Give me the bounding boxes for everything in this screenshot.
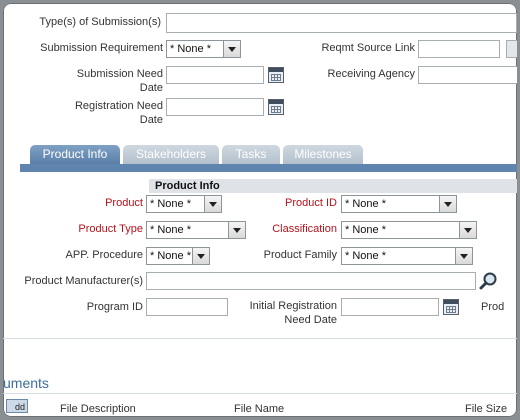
product-select[interactable]: * None * bbox=[146, 195, 222, 213]
submission-need-date-label: Submission Need Date bbox=[76, 68, 163, 94]
program-id-label: Program ID bbox=[86, 301, 143, 313]
product-manufacturer-field[interactable] bbox=[146, 272, 476, 290]
product-value: * None * bbox=[150, 198, 191, 210]
submission-need-date-field[interactable] bbox=[166, 66, 264, 84]
receiving-agency-field[interactable] bbox=[418, 66, 517, 84]
chevron-down-icon bbox=[204, 196, 221, 212]
product-id-select[interactable]: * None * bbox=[341, 195, 457, 213]
product-family-value: * None * bbox=[345, 250, 386, 262]
submission-requirement-select[interactable]: * None * bbox=[166, 40, 241, 58]
tab-tasks[interactable]: Tasks bbox=[222, 145, 280, 164]
reqmt-source-link-field[interactable] bbox=[418, 40, 500, 58]
product-family-label: Product Family bbox=[263, 249, 337, 261]
product-type-value: * None * bbox=[150, 224, 191, 236]
column-header-file-description[interactable]: File Description bbox=[60, 403, 136, 415]
classification-select[interactable]: * None * bbox=[341, 221, 477, 239]
column-header-file-size[interactable]: File Size bbox=[465, 403, 507, 415]
application-window: Type(s) of Submission(s) Submission Requ… bbox=[3, 3, 517, 417]
product-type-label: Product Type bbox=[78, 223, 143, 235]
reqmt-source-link-label: Reqmt Source Link bbox=[321, 42, 415, 54]
classification-label: Classification bbox=[272, 223, 337, 235]
initial-registration-need-date-label: Initial Registration Need Date bbox=[249, 300, 337, 326]
tab-stakeholders[interactable]: Stakeholders bbox=[123, 145, 219, 164]
registration-need-date-label: Registration Need Date bbox=[74, 100, 163, 126]
types-of-submission-label: Type(s) of Submission(s) bbox=[39, 16, 161, 28]
chevron-down-icon bbox=[223, 41, 240, 57]
chevron-down-icon bbox=[439, 196, 456, 212]
app-procedure-label: APP. Procedure bbox=[65, 249, 143, 261]
section-divider bbox=[3, 338, 517, 339]
tab-strip-underline bbox=[20, 164, 517, 172]
types-of-submission-field[interactable] bbox=[166, 13, 517, 33]
search-icon[interactable] bbox=[479, 271, 499, 291]
add-attachment-button[interactable]: dd bbox=[6, 399, 28, 413]
product-family-select[interactable]: * None * bbox=[341, 247, 473, 265]
section-divider bbox=[3, 393, 517, 394]
tab-milestones[interactable]: Milestones bbox=[283, 145, 363, 164]
submission-requirement-label: Submission Requirement bbox=[40, 42, 163, 54]
app-procedure-select[interactable]: * None * bbox=[146, 247, 210, 265]
app-procedure-value: * None * bbox=[150, 250, 191, 262]
product-id-value: * None * bbox=[345, 198, 386, 210]
program-id-field[interactable] bbox=[146, 298, 228, 316]
attachments-section-title: uments bbox=[3, 375, 49, 391]
chevron-down-icon bbox=[192, 248, 209, 264]
tab-product-info[interactable]: Product Info bbox=[30, 145, 120, 164]
submission-requirement-value: * None * bbox=[170, 43, 211, 55]
product-label: Product bbox=[105, 197, 143, 209]
calendar-icon[interactable] bbox=[268, 99, 284, 115]
registration-need-date-field[interactable] bbox=[166, 98, 264, 116]
product-type-select[interactable]: * None * bbox=[146, 221, 246, 239]
chevron-down-icon bbox=[455, 248, 472, 264]
initial-registration-need-date-field[interactable] bbox=[341, 298, 439, 316]
receiving-agency-label: Receiving Agency bbox=[327, 68, 415, 80]
product-info-section-header: Product Info bbox=[149, 179, 517, 193]
reqmt-source-link-button[interactable] bbox=[506, 40, 517, 58]
product-manufacturer-label: Product Manufacturer(s) bbox=[24, 275, 143, 287]
chevron-down-icon bbox=[459, 222, 476, 238]
product-id-label: Product ID bbox=[285, 197, 337, 209]
calendar-icon[interactable] bbox=[443, 299, 459, 315]
column-header-file-name[interactable]: File Name bbox=[234, 403, 284, 415]
calendar-icon[interactable] bbox=[268, 67, 284, 83]
classification-value: * None * bbox=[345, 224, 386, 236]
prod-truncated-label: Prod bbox=[481, 301, 505, 313]
